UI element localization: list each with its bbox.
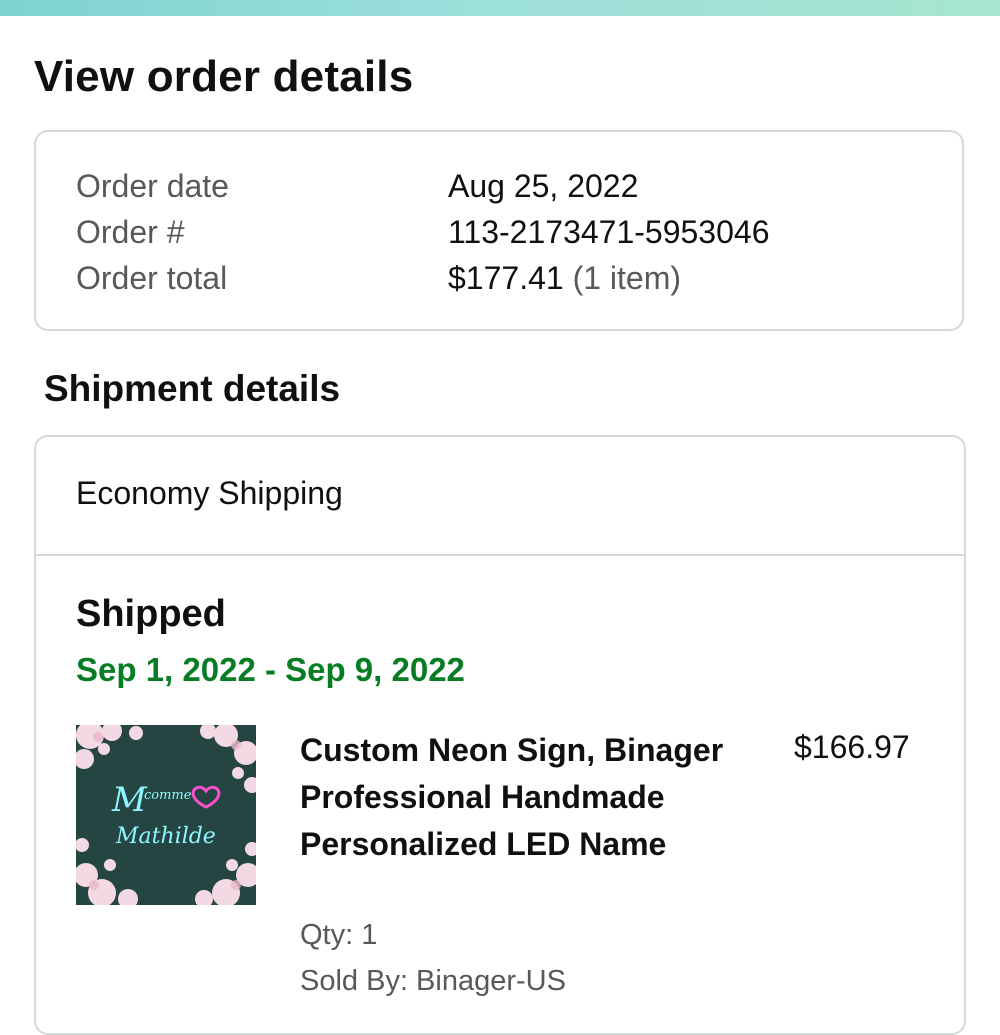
shipment-divider (36, 554, 964, 556)
order-date-label: Order date (76, 168, 229, 204)
order-total-amount: $177.41 (448, 260, 564, 296)
order-summary-card: Order date Aug 25, 2022 Order # 113-2173… (34, 130, 964, 331)
product-title[interactable]: Custom Neon Sign, Binager Professional H… (300, 727, 740, 868)
neon-letter-m: M (111, 780, 148, 820)
product-price: $166.97 (794, 729, 910, 765)
neon-word-comme: comme (144, 788, 192, 803)
seller-info: Sold By: Binager-US (300, 965, 566, 997)
shipping-method: Economy Shipping (76, 475, 343, 511)
page-title: View order details (34, 52, 414, 101)
product-quantity: Qty: 1 (300, 919, 378, 951)
neon-word-name: Mathilde (115, 824, 216, 849)
shipment-status: Shipped (76, 593, 226, 635)
delivery-date-range: Sep 1, 2022 - Sep 9, 2022 (76, 651, 465, 688)
order-total-label: Order total (76, 260, 228, 296)
order-number-label: Order # (76, 214, 185, 250)
shipment-section-title: Shipment details (44, 368, 341, 409)
product-image[interactable]: M comme Mathilde (76, 725, 256, 905)
order-total-value: $177.41 (1 item) (448, 258, 681, 298)
order-item-count: (1 item) (572, 260, 682, 296)
order-number-value: 113-2173471-5953046 (448, 214, 770, 250)
top-header-bar (0, 0, 1000, 16)
order-date-value: Aug 25, 2022 (448, 168, 639, 204)
shipment-card: Economy Shipping Shipped Sep 1, 2022 - S… (34, 435, 966, 1035)
